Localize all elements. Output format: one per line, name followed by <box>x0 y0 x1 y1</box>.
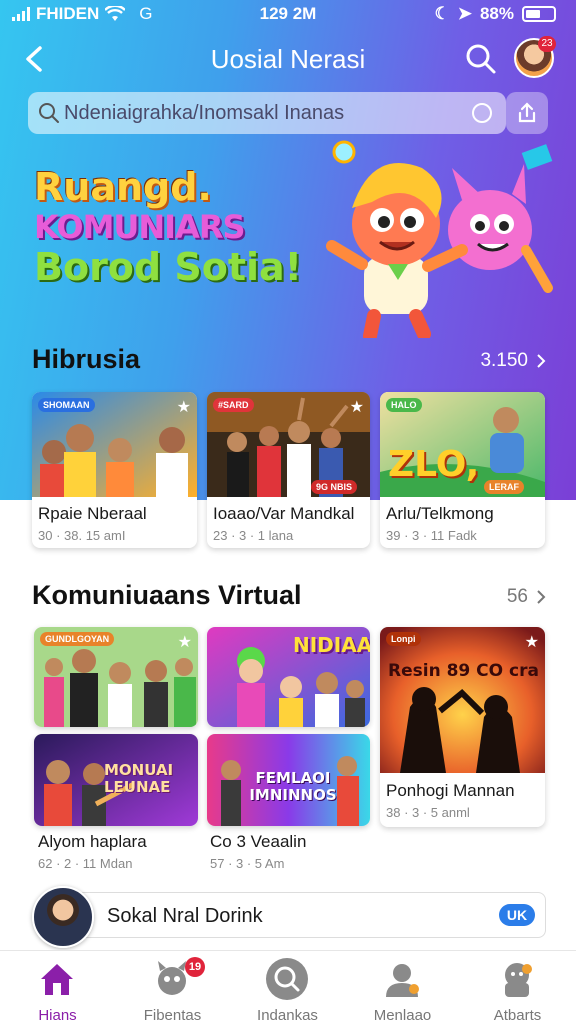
tab-home[interactable]: Hians <box>0 951 115 1024</box>
card-tag: #SARD <box>213 398 254 412</box>
card-thumbnail <box>380 627 545 773</box>
share-icon <box>518 102 536 123</box>
section-title: Hibrusia <box>32 344 141 374</box>
content-card[interactable]: NIDIAA <box>207 627 370 727</box>
tab-label: Menlaao <box>373 1007 432 1024</box>
chevron-right-icon <box>537 590 546 604</box>
hero-banner-title: Ruangd. KOMUNIARS Borod Sotia! <box>34 165 302 289</box>
card-pill: LERAF <box>484 480 524 494</box>
favorite-star-icon[interactable]: ★ <box>178 632 192 652</box>
tab-badge: 19 <box>185 957 205 977</box>
share-button[interactable] <box>506 92 548 134</box>
card-thumb-text: NIDIAA <box>293 633 370 657</box>
language-chip[interactable]: UK <box>499 904 535 926</box>
card-thumb-text: FEMLAOI IMNINNOS <box>249 769 337 804</box>
section-hibrusia-header: Hibrusia 3.150 <box>32 344 546 378</box>
card-meta: 39 · 3 · 11 Fadk <box>386 528 477 543</box>
content-card[interactable]: MONUAI LEUNAE <box>34 734 198 826</box>
social-drink-row[interactable]: Sokal Nral Dorink UK <box>32 886 546 948</box>
tab-label: Fibentas <box>143 1007 202 1024</box>
chevron-right-icon <box>537 354 546 368</box>
tab-label: Hians <box>38 1007 77 1024</box>
content-card[interactable]: FEMLAOI IMNINNOS <box>207 734 370 826</box>
card-tag: SHOMAAN <box>38 398 95 412</box>
section-title: Komuniuaans Virtual <box>32 580 302 610</box>
favorite-star-icon[interactable]: ★ <box>177 397 191 417</box>
location-icon: ➤ <box>457 4 472 23</box>
favorite-star-icon[interactable]: ★ <box>525 632 539 652</box>
search-button[interactable] <box>464 42 498 76</box>
hero-line-3: Borod Sotia! <box>34 244 302 289</box>
tab-search[interactable]: Indankas <box>230 951 345 1024</box>
avatar[interactable] <box>32 886 94 948</box>
card-title: Rpaie Nberaal <box>38 504 147 523</box>
card-tag: HALO <box>386 398 422 412</box>
section-count: 3.150 <box>480 350 528 371</box>
home-icon <box>41 964 73 995</box>
search-field <box>28 92 506 134</box>
card-title: Ponhogi Mannan <box>386 781 515 800</box>
social-label: Sokal Nral Dorink <box>107 905 263 927</box>
search-input[interactable] <box>64 92 464 134</box>
tab-profile[interactable]: Menlaao <box>345 951 460 1024</box>
see-more-link[interactable]: 56 <box>507 586 546 608</box>
card-meta: 38 · 3 · 5 anml <box>386 805 470 820</box>
tab-label: Atbarts <box>493 1007 542 1024</box>
person-icon <box>386 964 419 997</box>
card-title: Arlu/Telkmong <box>386 504 494 523</box>
tab-label: Indankas <box>257 1007 318 1024</box>
card-tag: GUNDLGOYAN <box>40 632 115 646</box>
notification-badge: 23 <box>538 36 556 52</box>
section-count: 56 <box>506 586 528 607</box>
bottom-tab-bar: Hians 19 Fibentas Indankas Menlaao Atbar… <box>0 950 576 1024</box>
battery-percent: 88% <box>479 4 514 23</box>
card-meta: 57 · 3 · 5 Am <box>210 856 285 871</box>
content-card[interactable]: #SARD ★ 9G NBIS Ioaao/Var Mandkal 23 · 3… <box>207 392 370 548</box>
hero-line-1: Ruangd. <box>34 165 212 209</box>
content-card[interactable]: HALO ZLO, LERAF Arlu/Telkmong 39 · 3 · 1… <box>380 392 545 548</box>
character-icon <box>505 963 532 997</box>
card-thumb-text: Resin 89 CO cra <box>388 661 539 681</box>
hero-line-2: KOMUNIARS <box>34 208 246 247</box>
card-thumb-text: MONUAI LEUNAE <box>104 761 174 796</box>
section-virtual-header: Komuniuaans Virtual 56 <box>32 580 546 614</box>
loading-icon <box>472 103 492 123</box>
content-card[interactable]: SHOMAAN ★ Rpaie Nberaal 30 · 38. 15 amI <box>32 392 197 548</box>
card-meta: 30 · 38. 15 amI <box>38 528 126 543</box>
card-pill: 9G NBIS <box>311 480 358 494</box>
tab-avatars[interactable]: Atbarts <box>460 951 575 1024</box>
content-card[interactable]: GUNDLGOYAN ★ <box>34 627 198 727</box>
status-bar: FHIDEN G 129 2M ☾ ➤ 88% <box>0 0 576 30</box>
card-meta: 23 · 3 · 1 lana <box>213 528 294 543</box>
social-pill: Sokal Nral Dorink UK <box>76 892 546 938</box>
card-title: Co 3 Veaalin <box>210 832 307 851</box>
card-meta: 62 · 2 · 11 Mdan <box>38 856 133 871</box>
card-tag: Lonpi <box>386 632 421 646</box>
moon-icon: ☾ <box>434 4 450 23</box>
card-title: Ioaao/Var Mandkal <box>213 504 355 523</box>
see-more-link[interactable]: 3.150 <box>480 350 546 372</box>
search-icon <box>466 44 496 74</box>
card-thumb-text: ZLO, <box>388 444 480 485</box>
battery-icon <box>522 6 556 22</box>
favorite-star-icon[interactable]: ★ <box>350 397 364 417</box>
content-card[interactable]: Lonpi ★ Resin 89 CO cra Ponhogi Mannan 3… <box>380 627 545 827</box>
hero-mascots-illustration <box>326 140 553 338</box>
tab-friends[interactable]: 19 Fibentas <box>115 951 230 1024</box>
profile-avatar[interactable]: 23 <box>514 36 556 78</box>
search-icon <box>39 103 59 123</box>
top-nav-bar: Uosial Nerasi 23 <box>0 36 576 82</box>
search-icon <box>266 958 308 1000</box>
card-title: Alyom haplara <box>38 832 147 851</box>
search-row <box>28 92 548 134</box>
